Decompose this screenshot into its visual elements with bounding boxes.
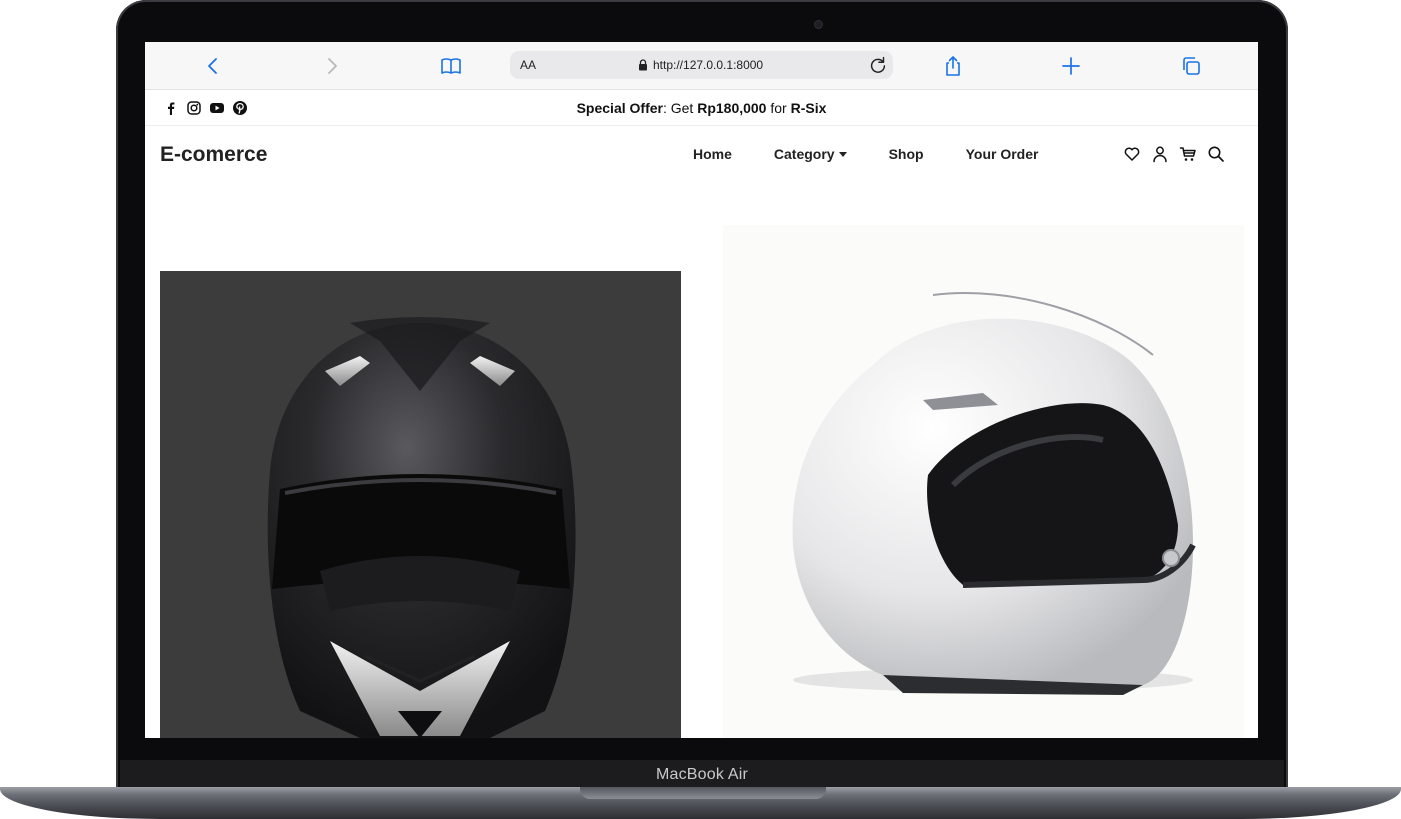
cart-icon[interactable] <box>1179 145 1197 163</box>
screen: AA http://127.0.0.1:8000 Special Offer: … <box>145 42 1258 738</box>
search-icon[interactable] <box>1207 145 1225 163</box>
brand-logo[interactable]: E-comerce <box>160 143 267 167</box>
facebook-icon[interactable] <box>163 100 179 116</box>
main-menu: Home Category Shop Your Order <box>693 146 1080 162</box>
pinterest-icon[interactable] <box>232 100 248 116</box>
nav-home[interactable]: Home <box>693 146 732 162</box>
offer-bar: Special Offer: Get Rp180,000 for R-Six <box>145 90 1258 126</box>
site-navbar: E-comerce Home Category Shop Your Order <box>145 126 1258 182</box>
browser-toolbar: AA http://127.0.0.1:8000 <box>145 42 1258 90</box>
instagram-icon[interactable] <box>186 100 202 116</box>
camera <box>815 21 822 28</box>
url-text: http://127.0.0.1:8000 <box>653 58 764 72</box>
youtube-icon[interactable] <box>209 100 225 116</box>
wishlist-heart-icon[interactable] <box>1123 145 1141 163</box>
tabs-overview-icon[interactable] <box>1178 53 1204 79</box>
share-icon[interactable] <box>940 53 966 79</box>
nav-icons <box>1123 145 1225 163</box>
nav-category[interactable]: Category <box>774 146 847 162</box>
hero-image-white-helmet[interactable] <box>723 225 1244 738</box>
black-helmet-illustration <box>267 317 576 738</box>
social-links <box>163 100 248 116</box>
bookmarks-icon[interactable] <box>438 53 464 79</box>
nav-shop[interactable]: Shop <box>889 146 924 162</box>
nav-your-order[interactable]: Your Order <box>966 146 1039 162</box>
white-helmet-illustration <box>792 292 1196 695</box>
forward-icon[interactable] <box>319 53 345 79</box>
user-account-icon[interactable] <box>1151 145 1169 163</box>
laptop-chin: MacBook Air <box>120 760 1284 790</box>
laptop-notch <box>580 787 826 799</box>
device-label: MacBook Air <box>655 766 748 783</box>
address-bar[interactable]: AA http://127.0.0.1:8000 <box>510 51 893 79</box>
new-tab-icon[interactable] <box>1058 53 1084 79</box>
caret-down-icon <box>838 151 847 157</box>
back-icon[interactable] <box>200 53 226 79</box>
special-offer-text: Special Offer: Get Rp180,000 for R-Six <box>576 100 827 116</box>
lock-icon <box>639 59 647 71</box>
text-size-button[interactable]: AA <box>520 58 536 72</box>
reload-icon[interactable] <box>867 54 889 76</box>
hero-image-black-helmet[interactable] <box>160 271 681 738</box>
